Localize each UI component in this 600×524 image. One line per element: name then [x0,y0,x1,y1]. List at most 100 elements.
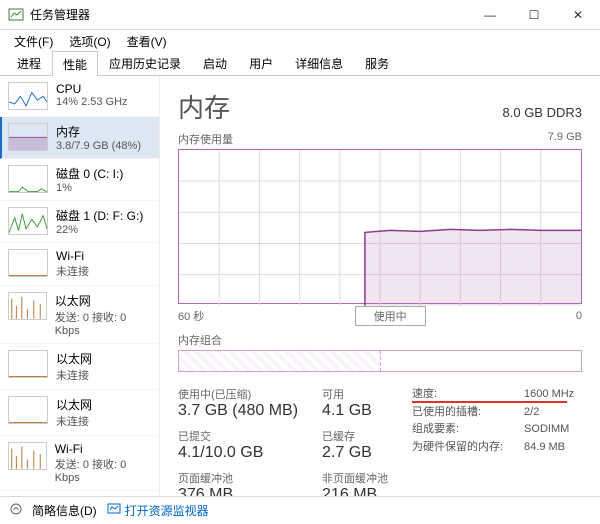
stat-label: 使用中(已压缩) [178,386,298,402]
sidebar-thumb [8,442,47,470]
content-area: CPU14% 2.53 GHz内存3.8/7.9 GB (48%)磁盘 0 (C… [0,76,600,496]
composition-label: 内存组合 [178,332,582,348]
stat-label: 可用 [322,386,388,402]
sidebar-item-sub: 22% [56,224,143,236]
app-icon [8,7,24,23]
maximize-button[interactable]: ☐ [512,0,556,30]
tab-startup[interactable]: 启动 [192,50,238,75]
memory-composition-bar [178,350,582,372]
stat-value: 4.1 GB [322,402,388,420]
sidebar-thumb [8,207,48,235]
performance-sidebar: CPU14% 2.53 GHz内存3.8/7.9 GB (48%)磁盘 0 (C… [0,76,160,496]
sidebar-item-name: 以太网 [56,396,92,413]
chart-top-labels: 内存使用量 7.9 GB [178,131,582,147]
stat-label: 页面缓冲池 [178,470,298,486]
chart-bottom-labels: 60 秒 使用中 0 [178,306,582,326]
resmon-label: 打开资源监视器 [125,502,209,519]
menu-bar: 文件(F) 选项(O) 查看(V) [0,30,600,52]
sidebar-item-2[interactable]: 磁盘 0 (C: I:)1% [0,159,159,201]
sidebar-item-name: CPU [56,82,128,96]
menu-options[interactable]: 选项(O) [63,31,116,52]
stat-label: 非页面缓冲池 [322,470,388,486]
usage-max: 7.9 GB [548,131,582,147]
sidebar-item-name: 磁盘 0 (C: I:) [56,165,123,182]
spec-row-2: 组成要素:SODIMM [412,421,574,439]
spec-key: 为硬件保留的内存: [412,439,502,457]
sidebar-thumb [8,249,48,277]
tab-users[interactable]: 用户 [238,50,284,75]
sidebar-item-5[interactable]: 以太网发送: 0 接收: 0 Kbps [0,286,159,344]
close-button[interactable]: ✕ [556,0,600,30]
sidebar-thumb [8,292,47,320]
stat-2: 已提交4.1/10.0 GB [178,428,298,462]
sidebar-item-sub: 发送: 0 接收: 0 Kbps [55,309,151,337]
sidebar-item-1[interactable]: 内存3.8/7.9 GB (48%) [0,117,159,159]
sidebar-item-name: Wi-Fi [55,442,151,456]
tab-bar: 进程 性能 应用历史记录 启动 用户 详细信息 服务 [0,52,600,76]
stats-section: 使用中(已压缩)3.7 GB (480 MB) 可用4.1 GB 已提交4.1/10… [178,386,582,496]
spec-row-3: 为硬件保留的内存: 84.9 MB [412,439,574,457]
tab-details[interactable]: 详细信息 [284,50,354,75]
stat-value: 3.7 GB (480 MB) [178,402,298,420]
stat-4: 页面缓冲池376 MB [178,470,298,496]
stat-5: 非页面缓冲池216 MB [322,470,388,496]
sidebar-item-0[interactable]: CPU14% 2.53 GHz [0,76,159,117]
spec-val: SODIMM [524,421,569,439]
sidebar-item-6[interactable]: 以太网未连接 [0,344,159,390]
main-header: 内存 8.0 GB DDR3 [178,88,582,125]
footer: 简略信息(D) 打开资源监视器 [0,496,600,524]
resmon-icon [107,502,121,519]
stats-primary: 使用中(已压缩)3.7 GB (480 MB) 可用4.1 GB 已提交4.1/10… [178,386,388,496]
minimize-button[interactable]: — [468,0,512,30]
sidebar-item-sub: 未连接 [56,263,89,279]
sidebar-item-7[interactable]: 以太网未连接 [0,390,159,436]
chevron-up-icon [10,503,22,518]
sidebar-item-sub: 14% 2.53 GHz [56,96,128,108]
sidebar-item-name: Wi-Fi [56,249,89,263]
stat-value: 216 MB [322,486,388,496]
stat-0: 使用中(已压缩)3.7 GB (480 MB) [178,386,298,420]
sidebar-thumb [8,82,48,110]
sidebar-item-sub: 未连接 [56,367,92,383]
stat-label: 已提交 [178,428,298,444]
stat-label: 已缓存 [322,428,388,444]
tab-apphistory[interactable]: 应用历史记录 [98,50,192,75]
sidebar-thumb [8,350,48,378]
sidebar-item-sub: 1% [56,182,123,194]
tab-performance[interactable]: 性能 [52,51,98,76]
sidebar-item-sub: 未连接 [56,413,92,429]
tab-processes[interactable]: 进程 [6,50,52,75]
spec-key: 已使用的插槽: [412,404,502,422]
sidebar-item-4[interactable]: Wi-Fi未连接 [0,243,159,286]
tab-services[interactable]: 服务 [354,50,400,75]
sidebar-thumb [8,123,48,151]
sidebar-item-3[interactable]: 磁盘 1 (D: F: G:)22% [0,201,159,243]
highlight-underline [412,401,567,403]
stat-value: 2.7 GB [322,444,388,462]
window-controls: — ☐ ✕ [468,0,600,30]
memory-usage-chart [178,149,582,304]
menu-file[interactable]: 文件(F) [8,31,59,52]
sidebar-item-8[interactable]: Wi-Fi发送: 0 接收: 0 Kbps [0,436,159,491]
memory-capacity: 8.0 GB DDR3 [503,105,582,120]
comp-segment-inuse [179,351,381,371]
sidebar-item-name: 以太网 [56,350,92,367]
spec-val: 84.9 MB [524,439,565,457]
sidebar-item-name: 磁盘 1 (D: F: G:) [56,207,143,224]
sidebar-item-sub: 3.8/7.9 GB (48%) [56,140,141,152]
comp-segment-available [381,351,582,371]
inuse-indicator: 使用中 [355,306,426,326]
sidebar-thumb [8,165,48,193]
open-resource-monitor-link[interactable]: 打开资源监视器 [107,502,209,519]
menu-view[interactable]: 查看(V) [121,31,173,52]
stat-3: 已缓存2.7 GB [322,428,388,462]
fewer-details-button[interactable]: 简略信息(D) [32,502,97,519]
xaxis-left: 60 秒 [178,308,204,324]
window-title: 任务管理器 [30,6,468,23]
spec-val: 2/2 [524,404,539,422]
titlebar: 任务管理器 — ☐ ✕ [0,0,600,30]
stat-value: 376 MB [178,486,298,496]
sidebar-thumb [8,396,48,424]
usage-label: 内存使用量 [178,131,233,147]
xaxis-right: 0 [576,310,582,322]
